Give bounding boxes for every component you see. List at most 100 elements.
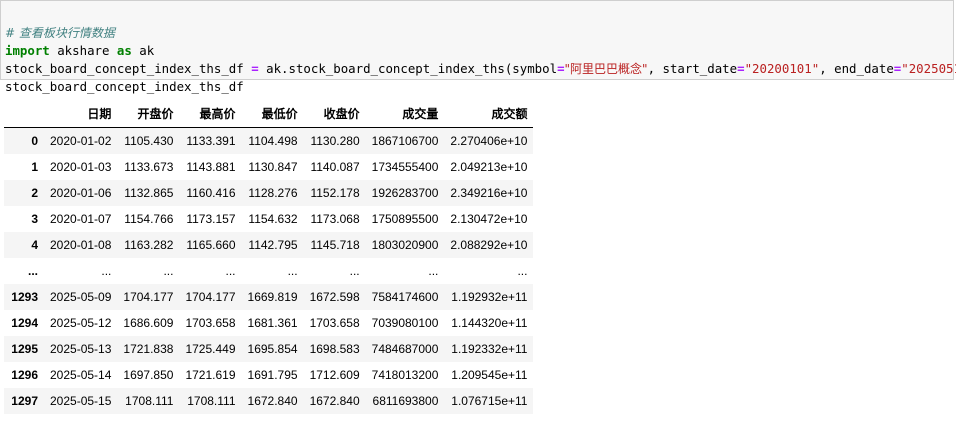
table-cell: 1681.361 <box>247 316 298 330</box>
index-header <box>4 100 44 128</box>
table-cell: 1128.276 <box>248 186 298 200</box>
code-line-comment: # 查看板块行情数据 <box>5 24 953 42</box>
table-cell: 1165.660 <box>186 238 236 252</box>
table-cell: 2.349216e+10 <box>450 186 528 200</box>
table-cell: ... <box>517 264 528 278</box>
table-cell: 1867106700 <box>371 134 439 148</box>
table-cell: 1703.658 <box>309 316 360 330</box>
start-date-string: "20200101" <box>744 61 820 76</box>
table-cell: 2.130472e+10 <box>450 212 528 226</box>
table-cell: 2020-01-08 <box>50 238 112 252</box>
code-cell-input[interactable]: # 查看板块行情数据 import akshare as ak stock_boar… <box>0 0 956 94</box>
table-row: 3 2020-01-07 1154.766 1173.157 1154.632 … <box>4 206 534 232</box>
column-header: 最低价 <box>241 100 304 128</box>
row-index: ... <box>27 264 38 278</box>
table-cell: 1105.430 <box>124 134 174 148</box>
table-cell: ... <box>428 264 439 278</box>
table-row: 1297 2025-05-15 1708.111 1708.111 1672.8… <box>4 388 534 414</box>
row-index: 1297 <box>11 394 38 408</box>
row-index: 1294 <box>11 316 38 330</box>
table-cell: 1.192332e+11 <box>451 342 528 356</box>
table-cell: 2.049213e+10 <box>450 160 528 174</box>
table-header-row: 日期 开盘价 最高价 最低价 收盘价 成交量 成交额 <box>4 100 534 128</box>
table-cell: 1672.840 <box>247 394 298 408</box>
table-cell: 1697.850 <box>123 368 174 382</box>
start-date-eq: = <box>737 61 745 76</box>
table-cell: 7484687000 <box>371 342 439 356</box>
row-index: 1 <box>31 160 38 174</box>
table-cell: 1.076715e+11 <box>451 394 528 408</box>
assign-lhs: stock_board_concept_index_ths_df <box>5 61 252 76</box>
table-cell: 1734555400 <box>371 160 439 174</box>
table-cell: 2.088292e+10 <box>450 238 528 252</box>
code-line-echo: stock_board_concept_index_ths_df <box>5 78 953 96</box>
table-cell: 2020-01-02 <box>50 134 112 148</box>
end-date-string: "20250515" <box>901 61 956 76</box>
table-cell: 7584174600 <box>371 290 439 304</box>
table-cell: 1132.865 <box>124 186 174 200</box>
table-cell: 1130.847 <box>248 160 298 174</box>
table-cell: 1140.087 <box>310 160 360 174</box>
table-row: 0 2020-01-02 1105.430 1133.391 1104.498 … <box>4 127 534 154</box>
table-cell: 7418013200 <box>371 368 439 382</box>
table-cell: 1143.881 <box>186 160 236 174</box>
table-cell: 2025-05-09 <box>50 290 112 304</box>
table-cell: 1704.177 <box>185 290 236 304</box>
table-cell: 2020-01-07 <box>50 212 112 226</box>
table-cell: 1133.391 <box>186 134 236 148</box>
column-header: 最高价 <box>179 100 242 128</box>
column-header: 成交量 <box>365 100 445 128</box>
row-index: 1296 <box>11 368 38 382</box>
table-cell: 1672.840 <box>309 394 360 408</box>
table-cell: 1130.280 <box>310 134 360 148</box>
end-date-arg: , end_date <box>819 61 894 76</box>
table-cell: ... <box>163 264 174 278</box>
table-cell: 1721.619 <box>185 368 236 382</box>
table-cell: 1160.416 <box>186 186 236 200</box>
table-row: 1295 2025-05-13 1721.838 1725.449 1695.8… <box>4 336 534 362</box>
echo-variable: stock_board_concept_index_ths_df <box>5 79 244 94</box>
table-cell: 6811693800 <box>372 394 439 408</box>
table-cell: 2.270406e+10 <box>450 134 528 148</box>
table-cell: 1.209545e+11 <box>451 368 528 382</box>
column-header: 成交额 <box>444 100 534 128</box>
table-cell: 1672.598 <box>309 290 360 304</box>
table-cell: 1145.718 <box>310 238 360 252</box>
table-cell: 2025-05-13 <box>50 342 112 356</box>
table-row: 2 2020-01-06 1132.865 1160.416 1128.276 … <box>4 180 534 206</box>
import-keyword: import <box>5 43 50 58</box>
table-cell: 1695.854 <box>247 342 298 356</box>
table-row-ellipsis: ... ... ... ... ... ... ... ... <box>4 258 534 284</box>
table-cell: ... <box>287 264 298 278</box>
table-cell: 1173.157 <box>186 212 236 226</box>
assign-operator: = <box>251 61 259 76</box>
import-module: akshare <box>49 43 117 58</box>
table-cell: 2020-01-06 <box>50 186 112 200</box>
table-cell: 1104.498 <box>248 134 298 148</box>
code-line-import: import akshare as ak <box>5 42 953 60</box>
cell-output: 日期 开盘价 最高价 最低价 收盘价 成交量 成交额 0 2020-01-02 … <box>4 100 534 414</box>
row-index: 1293 <box>11 290 38 304</box>
table-cell: 1133.673 <box>124 160 174 174</box>
table-cell: ... <box>101 264 112 278</box>
call-prefix: ak.stock_board_concept_index_ths(symbol <box>258 61 558 76</box>
table-cell: 1803020900 <box>371 238 439 252</box>
table-cell: 1704.177 <box>123 290 174 304</box>
code-comment: # 查看板块行情数据 <box>5 26 115 40</box>
row-index: 2 <box>31 186 38 200</box>
code-line-call: stock_board_concept_index_ths_df = ak.st… <box>5 60 956 78</box>
table-cell: 1669.819 <box>247 290 298 304</box>
table-cell: 1721.838 <box>123 342 174 356</box>
table-cell: 1154.766 <box>124 212 174 226</box>
table-cell: 1142.795 <box>248 238 298 252</box>
table-cell: 1725.449 <box>185 342 236 356</box>
table-cell: 1152.178 <box>310 186 360 200</box>
symbol-string: "阿里巴巴概念" <box>564 62 648 76</box>
table-cell: 2025-05-12 <box>50 316 112 330</box>
table-cell: 1750895500 <box>371 212 439 226</box>
table-cell: ... <box>349 264 360 278</box>
table-cell: 2020-01-03 <box>50 160 112 174</box>
table-cell: 1173.068 <box>310 212 360 226</box>
row-index: 3 <box>31 212 38 226</box>
row-index: 0 <box>31 134 38 148</box>
